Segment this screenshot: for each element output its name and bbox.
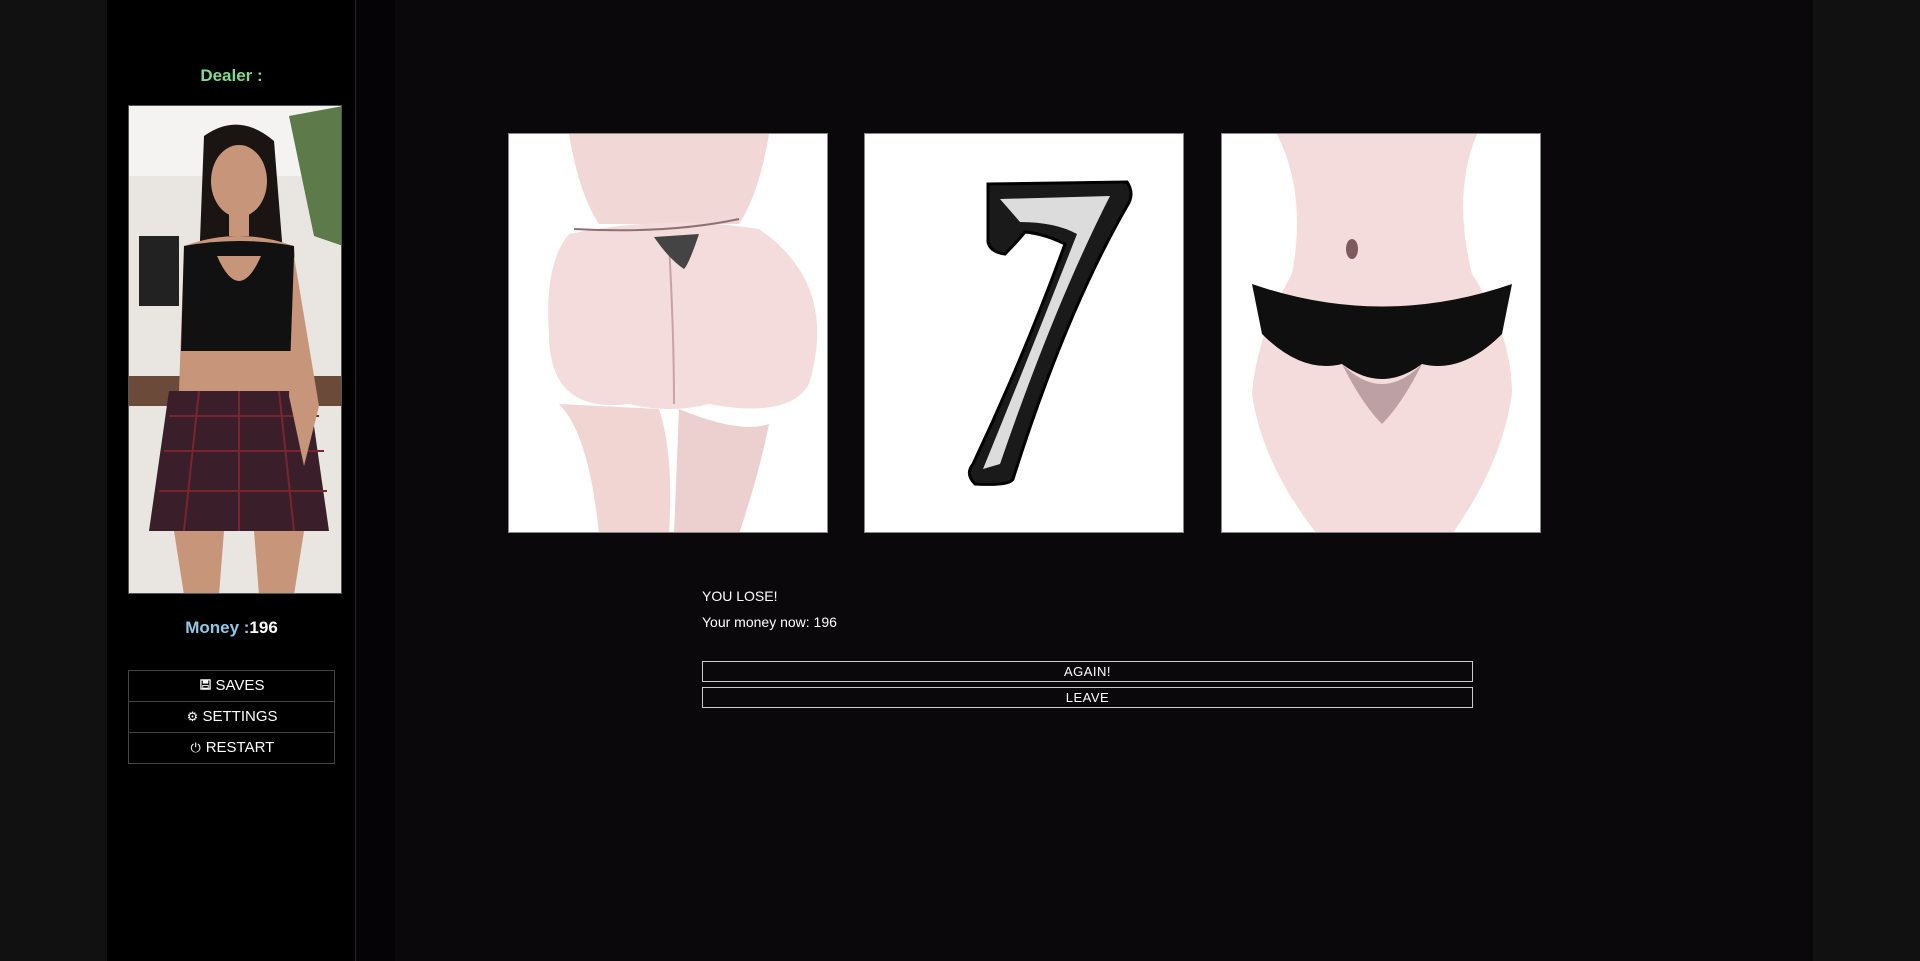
again-button[interactable]: AGAIN! <box>702 661 1473 682</box>
settings-button[interactable]: ⚙ SETTINGS <box>129 702 334 733</box>
dealer-portrait <box>128 105 342 594</box>
result-money-line: Your money now: 196 <box>702 614 837 630</box>
sidebar: Dealer : Money:196 SAVES ⚙ SETTINGS ⏻ R… <box>107 0 356 961</box>
gear-icon: ⚙ <box>186 709 199 724</box>
restart-label: RESTART <box>205 739 275 756</box>
money-label: Money : <box>185 618 250 637</box>
restart-button[interactable]: ⏻ RESTART <box>129 733 334 763</box>
settings-label: SETTINGS <box>202 708 278 725</box>
power-icon: ⏻ <box>190 740 201 755</box>
money-display: Money :196 <box>107 618 356 638</box>
saves-button[interactable]: SAVES <box>129 671 334 702</box>
slot-reel-3 <box>1221 133 1541 533</box>
save-icon <box>199 671 213 701</box>
result-title: YOU LOSE! <box>702 588 778 604</box>
slot-reel-2 <box>864 133 1184 533</box>
slot-reel-1 <box>508 133 828 533</box>
dealer-label: Dealer : <box>200 66 263 85</box>
saves-label: SAVES <box>215 677 265 694</box>
money-value: 196 <box>249 618 278 637</box>
gutter <box>357 0 395 961</box>
sidebar-menu: SAVES ⚙ SETTINGS ⏻ RESTART <box>128 670 335 764</box>
leave-button[interactable]: LEAVE <box>702 687 1473 708</box>
